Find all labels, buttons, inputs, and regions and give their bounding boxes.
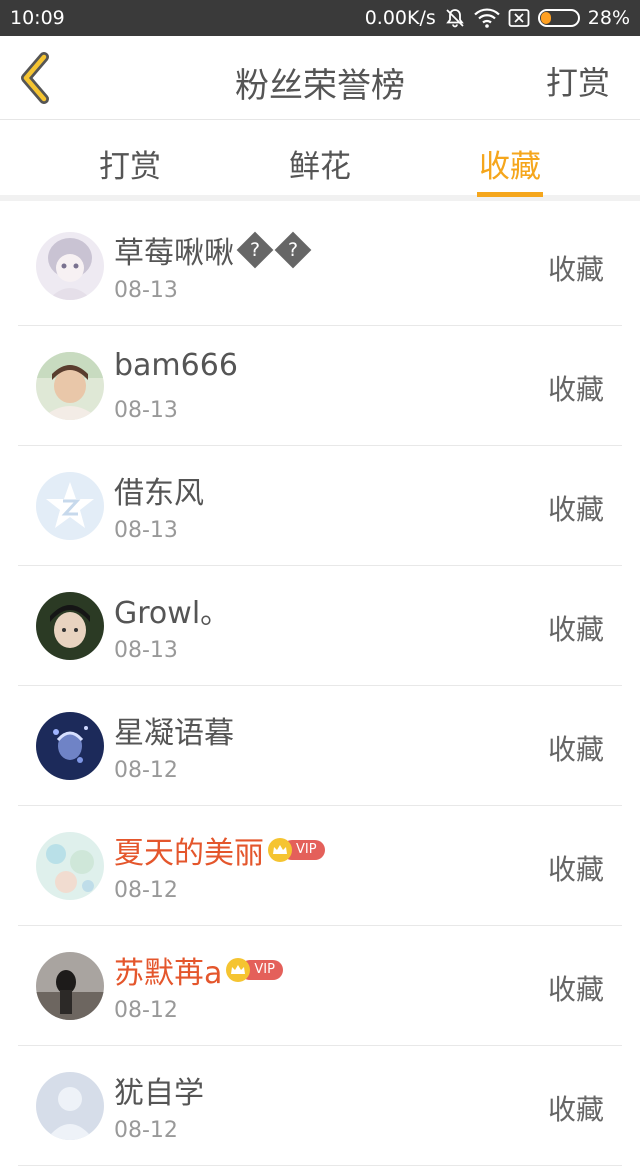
- battery-percent: 28%: [587, 7, 630, 29]
- page-title: 粉丝荣誉榜: [235, 66, 405, 106]
- tab-flowers[interactable]: 鲜花: [260, 141, 380, 186]
- list-item[interactable]: 犹自学 08-12 收藏: [0, 1046, 640, 1166]
- favorite-label: 收藏: [547, 253, 604, 286]
- favorite-label: 收藏: [547, 493, 604, 526]
- list-item[interactable]: 借东风 08-13 收藏: [0, 446, 640, 566]
- wifi-icon: [473, 8, 500, 28]
- unknown-glyph: ?: [274, 231, 312, 269]
- fan-name: 夏天的美丽 VIP: [114, 828, 325, 872]
- fan-name: Growl。: [114, 596, 231, 631]
- fan-date: 08-12: [114, 1118, 178, 1143]
- status-indicators: 0.00K/s 28%: [365, 7, 630, 29]
- title-bar: 粉丝荣誉榜 打赏: [0, 36, 640, 120]
- battery-icon: [537, 9, 580, 27]
- fan-name-text: 夏天的美丽: [114, 836, 264, 871]
- bell-muted-icon: [444, 7, 466, 29]
- vip-badge: VIP: [268, 838, 325, 862]
- active-tab-indicator: [477, 192, 543, 197]
- avatar: [36, 1072, 104, 1140]
- status-bar: 10:09 0.00K/s 28%: [0, 0, 640, 36]
- unknown-glyph: ?: [236, 231, 274, 269]
- fan-name: 苏默苒a VIP: [114, 948, 283, 992]
- reward-button[interactable]: 打赏: [546, 58, 610, 104]
- fan-date: 08-13: [114, 638, 178, 663]
- tab-reward[interactable]: 打赏: [70, 141, 190, 186]
- fan-date: 08-12: [114, 878, 178, 903]
- list-item[interactable]: 夏天的美丽 VIP 08-12 收藏: [0, 806, 640, 926]
- fan-date: 08-13: [114, 398, 178, 423]
- status-time: 10:09: [10, 7, 65, 29]
- favorite-label: 收藏: [547, 1093, 604, 1126]
- avatar: [36, 232, 104, 300]
- favorite-label: 收藏: [547, 733, 604, 766]
- crown-icon: [268, 838, 292, 862]
- fan-name-text: 苏默苒a: [114, 956, 223, 991]
- favorite-label: 收藏: [547, 373, 604, 406]
- fan-name: 犹自学: [114, 1076, 204, 1111]
- fan-date: 08-12: [114, 758, 178, 783]
- fan-name: 星凝语暮: [114, 716, 234, 751]
- list-item[interactable]: 草莓啾啾 ? ? 08-13 收藏: [0, 206, 640, 326]
- fan-name-text: 草莓啾啾: [114, 236, 234, 271]
- fan-date: 08-13: [114, 518, 178, 543]
- favorite-label: 收藏: [547, 853, 604, 886]
- fan-name: 借东风: [114, 476, 204, 511]
- tab-bar: 打赏 鲜花 收藏: [0, 121, 640, 201]
- avatar: [36, 712, 104, 780]
- favorite-label: 收藏: [547, 613, 604, 646]
- avatar: [36, 952, 104, 1020]
- avatar: [36, 832, 104, 900]
- sim-blocked-icon: [508, 8, 530, 28]
- fan-list: 草莓啾啾 ? ? 08-13 收藏 bam666 08-13 收藏 借东风 08…: [0, 206, 640, 1166]
- fan-name: bam666: [114, 348, 238, 383]
- list-item[interactable]: Growl。 08-13 收藏: [0, 566, 640, 686]
- network-speed: 0.00K/s: [364, 7, 436, 29]
- avatar: [36, 352, 104, 420]
- fan-date: 08-12: [114, 998, 178, 1023]
- list-item[interactable]: 星凝语暮 08-12 收藏: [0, 686, 640, 806]
- list-item[interactable]: bam666 08-13 收藏: [0, 326, 640, 446]
- fan-name: 草莓啾啾 ? ?: [114, 228, 312, 272]
- list-item[interactable]: 苏默苒a VIP 08-12 收藏: [0, 926, 640, 1046]
- fan-date: 08-13: [114, 278, 178, 303]
- favorite-label: 收藏: [547, 973, 604, 1006]
- vip-badge: VIP: [226, 958, 283, 982]
- avatar: [36, 592, 104, 660]
- tab-favorites[interactable]: 收藏: [450, 141, 570, 186]
- avatar: [36, 472, 104, 540]
